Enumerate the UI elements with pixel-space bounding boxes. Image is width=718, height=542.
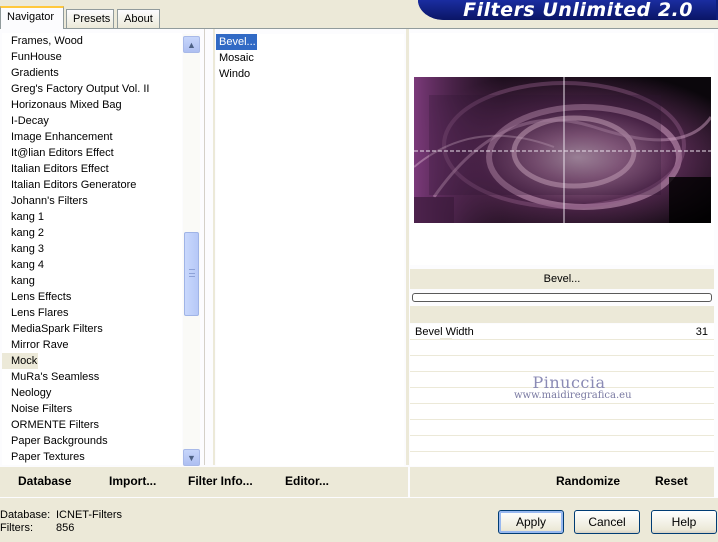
empty-parameter-row	[410, 372, 714, 388]
category-item[interactable]: It@lian Editors Effect	[2, 145, 182, 161]
import-link[interactable]: Import...	[109, 474, 156, 488]
category-item[interactable]: kang	[2, 273, 182, 289]
category-item[interactable]: MuRa's Seamless	[2, 369, 182, 385]
category-item[interactable]: Neology	[2, 385, 182, 401]
category-item[interactable]: Greg's Factory Output Vol. II	[2, 81, 182, 97]
empty-parameter-row	[410, 436, 714, 452]
cancel-button[interactable]: Cancel	[574, 510, 640, 534]
category-item[interactable]: Italian Editors Generatore	[2, 177, 182, 193]
empty-parameter-row	[410, 356, 714, 372]
category-item[interactable]: Lens Effects	[2, 289, 182, 305]
category-item[interactable]: Gradients	[2, 65, 182, 81]
database-link[interactable]: Database	[18, 474, 71, 488]
category-item[interactable]: kang 4	[2, 257, 182, 273]
filter-list[interactable]: Bevel... Mosaic Windo	[216, 34, 404, 466]
category-item[interactable]: Italian Editors Effect	[2, 161, 182, 177]
category-item[interactable]: Noise Filters	[2, 401, 182, 417]
preview-area[interactable]	[410, 33, 714, 265]
database-status-label: Database:	[0, 509, 51, 521]
category-item[interactable]: Horizonaus Mixed Bag	[2, 97, 182, 113]
navigator-link-bar: Database Import... Filter Info... Editor…	[0, 467, 408, 497]
apply-button[interactable]: Apply	[498, 510, 564, 534]
category-scrollbar[interactable]: ▲ ▼	[183, 34, 200, 466]
parameter-header-spacer	[410, 306, 714, 323]
editor-link[interactable]: Editor...	[285, 474, 329, 488]
panel-divider	[204, 29, 205, 465]
category-item[interactable]: Mock	[2, 353, 38, 369]
category-item[interactable]: Lens Flares	[2, 305, 182, 321]
navigator-panel: Frames, Wood FunHouse Gradients Greg's Fact…	[0, 28, 718, 498]
reset-link[interactable]: Reset	[655, 474, 688, 488]
category-item[interactable]: Paper Backgrounds	[2, 433, 182, 449]
category-item[interactable]: kang 3	[2, 241, 182, 257]
help-button[interactable]: Help	[651, 510, 717, 534]
category-item[interactable]: Image Enhancement	[2, 129, 182, 145]
filter-info-link[interactable]: Filter Info...	[188, 474, 253, 488]
filter-item[interactable]: Windo	[216, 66, 257, 82]
parameter-link-bar: Randomize Reset	[410, 467, 714, 497]
empty-parameter-row	[410, 340, 714, 356]
parameter-row[interactable]: Bevel Width 31	[410, 324, 714, 340]
progress-bar	[412, 293, 712, 302]
category-item[interactable]: kang 1	[2, 209, 182, 225]
tab-presets[interactable]: Presets	[66, 9, 114, 28]
category-item[interactable]: kang 2	[2, 225, 182, 241]
category-item[interactable]: FunHouse	[2, 49, 182, 65]
app-title: Filters Unlimited 2.0	[463, 0, 693, 20]
panel-divider	[213, 29, 215, 465]
app-title-banner: Filters Unlimited 2.0	[418, 0, 718, 20]
filters-count-label: Filters:	[0, 522, 33, 534]
category-item[interactable]: Mirror Rave	[2, 337, 182, 353]
empty-parameter-row	[410, 388, 714, 404]
category-item[interactable]: MediaSpark Filters	[2, 321, 182, 337]
filters-count-value: 856	[56, 522, 75, 534]
preview-image[interactable]	[414, 77, 711, 223]
tab-navigator[interactable]: Navigator	[0, 6, 64, 29]
scroll-up-arrow-icon[interactable]: ▲	[183, 36, 200, 53]
category-item[interactable]: Paper Textures	[2, 449, 182, 465]
parameter-list[interactable]: Bevel Width 31	[410, 324, 714, 466]
empty-parameter-row	[410, 404, 714, 420]
category-list[interactable]: Frames, Wood FunHouse Gradients Greg's Fact…	[2, 33, 182, 465]
category-item[interactable]: Frames, Wood	[2, 33, 182, 49]
effect-name-label: Bevel...	[410, 269, 714, 289]
panel-divider	[406, 29, 409, 465]
empty-parameter-row	[410, 420, 714, 436]
category-item[interactable]: I-Decay	[2, 113, 182, 129]
category-item[interactable]: Johann's Filters	[2, 193, 182, 209]
category-item[interactable]: ORMENTE Filters	[2, 417, 182, 433]
tab-about[interactable]: About	[117, 9, 160, 28]
filter-item[interactable]: Bevel...	[216, 34, 257, 50]
database-status-value: ICNET-Filters	[56, 509, 122, 521]
scroll-grip-icon	[189, 269, 195, 277]
status-area: Database: ICNET-Filters Filters: 856	[0, 509, 122, 535]
parameter-value: 31	[695, 326, 708, 338]
randomize-link[interactable]: Randomize	[556, 474, 620, 488]
scroll-thumb[interactable]	[184, 232, 199, 316]
filter-item[interactable]: Mosaic	[216, 50, 257, 66]
scroll-down-arrow-icon[interactable]: ▼	[183, 449, 200, 466]
